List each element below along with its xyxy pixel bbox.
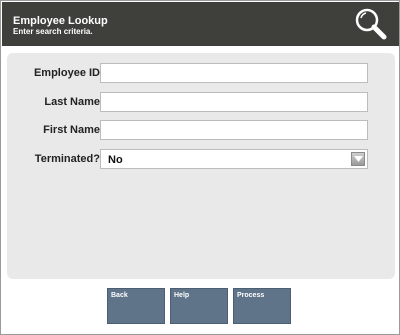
first-name-row: First Name (7, 120, 395, 142)
back-button[interactable]: Back (107, 288, 165, 324)
chevron-down-icon (354, 156, 363, 162)
help-button-label: Help (174, 292, 190, 299)
last-name-row: Last Name (7, 92, 395, 114)
employee-id-label: Employee ID (33, 67, 100, 79)
title-bar: Employee Lookup Enter search criteria. (2, 2, 399, 46)
back-button-label: Back (111, 292, 128, 299)
terminated-select[interactable]: No (100, 149, 368, 169)
terminated-value: No (108, 154, 123, 166)
last-name-field[interactable] (100, 92, 368, 112)
help-button[interactable]: Help (170, 288, 228, 324)
process-button-label: Process (237, 292, 265, 299)
dropdown-button[interactable] (351, 152, 365, 166)
page-subtitle: Enter search criteria. (13, 27, 93, 36)
form-panel: Employee ID Last Name First Name Termina… (7, 53, 395, 279)
search-button[interactable] (353, 7, 389, 43)
terminated-row: Terminated? No (7, 149, 395, 171)
window-frame: Employee Lookup Enter search criteria. E… (0, 0, 400, 335)
employee-id-field[interactable] (100, 63, 368, 83)
first-name-label: First Name (43, 124, 100, 136)
search-icon (355, 8, 387, 40)
process-button[interactable]: Process (233, 288, 291, 324)
first-name-field[interactable] (100, 120, 368, 140)
terminated-label: Terminated? (34, 153, 100, 165)
last-name-label: Last Name (44, 96, 100, 108)
page-title: Employee Lookup (13, 15, 108, 27)
employee-id-row: Employee ID (7, 63, 395, 85)
